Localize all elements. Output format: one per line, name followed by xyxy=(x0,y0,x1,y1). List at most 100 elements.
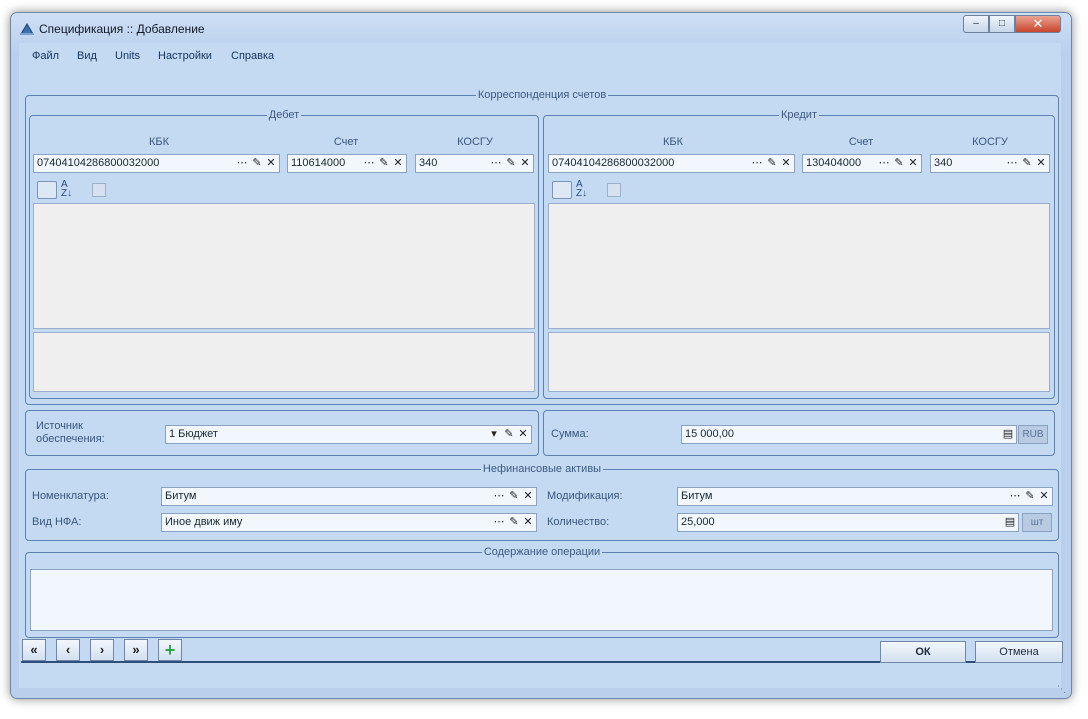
operation-textarea[interactable] xyxy=(30,569,1053,631)
edit-icon[interactable]: ✎ xyxy=(507,489,521,504)
debit-kosgu-field[interactable]: 340 ⋯ ✎ ✕ xyxy=(415,154,534,173)
debit-kosgu-value: 340 xyxy=(419,157,438,169)
credit-account-field[interactable]: 130404000 ⋯ ✎ ✕ xyxy=(802,154,922,173)
debit-kbk-value: 07404104286800032000 xyxy=(37,157,160,169)
calculator-icon[interactable]: ▤ xyxy=(1003,515,1017,530)
credit-description-area xyxy=(548,332,1050,392)
credit-kosgu-value: 340 xyxy=(934,157,953,169)
nfa-type-value: Иное движ иму xyxy=(165,516,243,528)
modification-field[interactable]: Битум ⋯ ✎ ✕ xyxy=(677,487,1053,506)
edit-icon[interactable]: ✎ xyxy=(765,156,779,171)
nomenclature-label: Номенклатура: xyxy=(32,490,109,502)
nomenclature-value: Битум xyxy=(165,490,197,502)
menu-view[interactable]: Вид xyxy=(77,50,97,62)
debit-kbk-field[interactable]: 07404104286800032000 ⋯ ✎ ✕ xyxy=(33,154,280,173)
edit-icon[interactable]: ✎ xyxy=(502,427,516,442)
debit-account-value: 110614000 xyxy=(291,157,346,169)
nonfin-legend: Нефинансовые активы xyxy=(482,463,602,475)
clear-icon[interactable]: ✕ xyxy=(779,156,793,171)
clear-icon[interactable]: ✕ xyxy=(516,427,530,442)
lookup-icon[interactable]: ⋯ xyxy=(492,489,506,504)
sum-field[interactable]: 15 000,00 ▤ xyxy=(681,425,1017,444)
menu-file[interactable]: Файл xyxy=(32,50,59,62)
sum-label: Сумма: xyxy=(551,428,589,440)
lookup-icon[interactable]: ⋯ xyxy=(877,156,891,171)
client-area: Файл Вид Units Настройки Справка Корресп… xyxy=(19,43,1061,688)
calculator-icon[interactable]: ▤ xyxy=(1001,427,1015,442)
menu-units[interactable]: Units xyxy=(115,50,140,62)
debit-kosgu-header: КОСГУ xyxy=(457,136,493,148)
lookup-icon[interactable]: ⋯ xyxy=(235,156,249,171)
modification-value: Битум xyxy=(681,490,713,502)
minimize-button[interactable]: – xyxy=(963,15,989,33)
quantity-value: 25,000 xyxy=(681,516,715,528)
credit-account-value: 130404000 xyxy=(806,157,862,169)
title-bar: Спецификация :: Добавление – □ ✕ xyxy=(11,13,1071,43)
close-button[interactable]: ✕ xyxy=(1015,15,1061,33)
nomenclature-field[interactable]: Битум ⋯ ✎ ✕ xyxy=(161,487,537,506)
menu-help[interactable]: Справка xyxy=(231,50,274,62)
quantity-label: Количество: xyxy=(547,516,610,528)
window-title: Спецификация :: Добавление xyxy=(39,22,205,36)
prev-record-button[interactable]: ‹ xyxy=(56,639,80,661)
edit-icon[interactable]: ✎ xyxy=(250,156,264,171)
lookup-icon[interactable]: ⋯ xyxy=(362,156,376,171)
edit-icon[interactable]: ✎ xyxy=(507,515,521,530)
lookup-icon[interactable]: ⋯ xyxy=(489,156,503,171)
lookup-icon[interactable]: ⋯ xyxy=(1005,156,1019,171)
sort-az-icon[interactable]: A Z↓ xyxy=(576,180,587,199)
clear-icon[interactable]: ✕ xyxy=(391,156,405,171)
edit-icon[interactable]: ✎ xyxy=(1023,489,1037,504)
funding-value: 1 Бюджет xyxy=(169,428,218,440)
credit-account-header: Счет xyxy=(848,136,874,148)
add-record-button[interactable]: + xyxy=(158,639,182,661)
operation-legend: Содержание операции xyxy=(483,546,601,558)
app-icon xyxy=(20,23,34,35)
lookup-icon[interactable]: ⋯ xyxy=(750,156,764,171)
nfa-type-label: Вид НФА: xyxy=(32,516,82,528)
clear-icon[interactable]: ✕ xyxy=(1034,156,1048,171)
clear-icon[interactable]: ✕ xyxy=(264,156,278,171)
debit-properties-grid[interactable] xyxy=(33,203,535,329)
funding-field[interactable]: 1 Бюджет ▾ ✎ ✕ xyxy=(165,425,532,444)
first-record-button[interactable]: « xyxy=(22,639,46,661)
quantity-field[interactable]: 25,000 ▤ xyxy=(677,513,1019,532)
edit-icon[interactable]: ✎ xyxy=(504,156,518,171)
last-record-button[interactable]: » xyxy=(124,639,148,661)
clear-icon[interactable]: ✕ xyxy=(521,515,535,530)
maximize-button[interactable]: □ xyxy=(989,15,1015,33)
clear-icon[interactable]: ✕ xyxy=(521,489,535,504)
next-record-button[interactable]: › xyxy=(90,639,114,661)
currency-badge: RUB xyxy=(1018,425,1048,444)
lookup-icon[interactable]: ⋯ xyxy=(492,515,506,530)
credit-kosgu-field[interactable]: 340 ⋯ ✎ ✕ xyxy=(930,154,1050,173)
clear-icon[interactable]: ✕ xyxy=(1037,489,1051,504)
resize-grip-icon[interactable]: ⋱ xyxy=(1057,684,1067,694)
categorized-view-icon[interactable] xyxy=(37,181,57,199)
menu-settings[interactable]: Настройки xyxy=(158,50,212,62)
cancel-button[interactable]: Отмена xyxy=(975,641,1063,663)
credit-kbk-field[interactable]: 07404104286800032000 ⋯ ✎ ✕ xyxy=(548,154,795,173)
debit-legend: Дебет xyxy=(268,109,300,121)
lookup-icon[interactable]: ⋯ xyxy=(1008,489,1022,504)
debit-kbk-header: КБК xyxy=(148,136,170,148)
funding-label: Источник обеспечения: xyxy=(36,420,105,445)
property-pages-icon[interactable] xyxy=(607,183,621,197)
edit-icon[interactable]: ✎ xyxy=(892,156,906,171)
edit-icon[interactable]: ✎ xyxy=(377,156,391,171)
credit-kbk-header: КБК xyxy=(662,136,684,148)
credit-kosgu-header: КОСГУ xyxy=(972,136,1008,148)
property-pages-icon[interactable] xyxy=(92,183,106,197)
credit-properties-grid[interactable] xyxy=(548,203,1050,329)
dropdown-icon[interactable]: ▾ xyxy=(487,427,501,442)
categorized-view-icon[interactable] xyxy=(552,181,572,199)
edit-icon[interactable]: ✎ xyxy=(1020,156,1034,171)
sum-value: 15 000,00 xyxy=(685,428,734,440)
ok-button[interactable]: ОК xyxy=(880,641,966,663)
clear-icon[interactable]: ✕ xyxy=(518,156,532,171)
nfa-type-field[interactable]: Иное движ иму ⋯ ✎ ✕ xyxy=(161,513,537,532)
clear-icon[interactable]: ✕ xyxy=(906,156,920,171)
credit-kbk-value: 07404104286800032000 xyxy=(552,157,675,169)
sort-az-icon[interactable]: A Z↓ xyxy=(61,180,72,199)
debit-account-field[interactable]: 110614000 ⋯ ✎ ✕ xyxy=(287,154,407,173)
